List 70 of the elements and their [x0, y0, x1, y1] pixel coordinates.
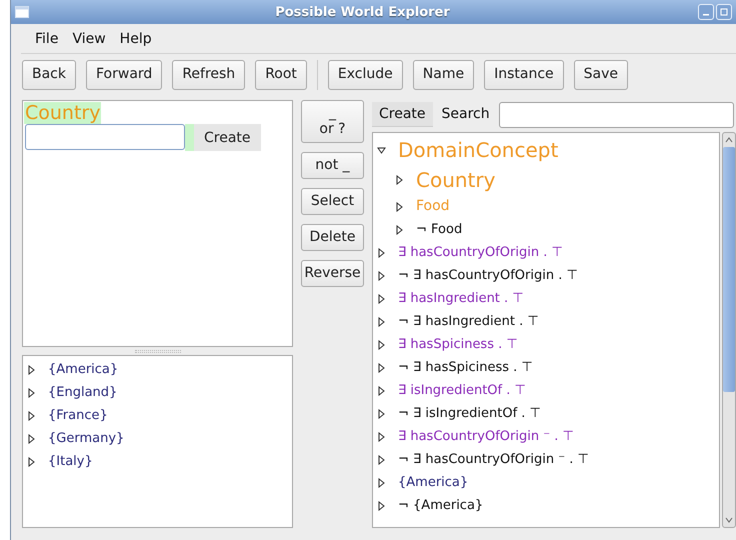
- expand-arrow-icon[interactable]: [377, 478, 386, 488]
- tree-item[interactable]: ¬ ∃ isIngredientOf . ⊤: [398, 402, 541, 425]
- expand-arrow-icon[interactable]: [395, 202, 404, 212]
- toolbar-button[interactable]: Instance: [484, 60, 564, 90]
- window-title: Possible World Explorer: [274, 4, 451, 20]
- toolbar-button[interactable]: Back: [22, 60, 76, 90]
- operator-button[interactable]: _ or ?: [301, 100, 364, 143]
- operator-button[interactable]: Delete: [301, 224, 364, 251]
- scrollbar[interactable]: [722, 132, 736, 528]
- maximize-icon: [720, 8, 728, 16]
- list-item[interactable]: {England}: [48, 381, 118, 404]
- minimize-button[interactable]: [698, 4, 714, 20]
- tree-item[interactable]: ¬ ∃ hasCountryOfOrigin ⁻ . ⊤: [398, 448, 589, 471]
- expand-arrow-icon[interactable]: [377, 362, 386, 372]
- expand-arrow-icon[interactable]: [377, 432, 386, 442]
- menu-item[interactable]: File: [29, 28, 64, 50]
- operator-button[interactable]: Select: [301, 188, 364, 215]
- menu-item[interactable]: View: [66, 28, 112, 50]
- scroll-up-icon[interactable]: [725, 137, 733, 143]
- expand-arrow-icon[interactable]: [377, 340, 386, 350]
- expand-arrow-icon[interactable]: [377, 270, 386, 280]
- tree-item[interactable]: ¬ {America}: [398, 494, 484, 517]
- tab[interactable]: Search: [434, 102, 497, 127]
- operator-button[interactable]: not _: [301, 152, 364, 179]
- expand-arrow-icon[interactable]: [377, 408, 386, 418]
- list-item[interactable]: {America}: [48, 358, 118, 381]
- tree-item[interactable]: ∃ isIngredientOf . ⊤: [398, 379, 526, 402]
- expand-arrow-icon[interactable]: [27, 434, 36, 444]
- tree-item[interactable]: ∃ hasCountryOfOrigin ⁻ . ⊤: [398, 425, 574, 448]
- toolbar-button[interactable]: Refresh: [172, 60, 246, 90]
- collapse-arrow-icon[interactable]: [377, 145, 386, 155]
- toolbar-button[interactable]: Save: [574, 60, 628, 90]
- scroll-down-icon[interactable]: [725, 517, 733, 523]
- tree-item[interactable]: ¬ ∃ hasIngredient . ⊤: [398, 310, 539, 333]
- expand-arrow-icon[interactable]: [377, 294, 386, 304]
- expand-arrow-icon[interactable]: [377, 386, 386, 396]
- tree-item[interactable]: ∃ hasIngredient . ⊤: [398, 287, 524, 310]
- toolbar-button[interactable]: Root: [255, 60, 307, 90]
- search-field[interactable]: [498, 102, 734, 128]
- expand-arrow-icon[interactable]: [377, 248, 386, 258]
- toolbar-button[interactable]: Name: [412, 60, 474, 90]
- tree-item[interactable]: ∃ hasCountryOfOrigin . ⊤: [398, 241, 563, 264]
- toolbar-button[interactable]: Forward: [86, 60, 162, 90]
- window-icon: [15, 6, 29, 18]
- expand-arrow-icon[interactable]: [377, 500, 386, 510]
- expand-arrow-icon[interactable]: [377, 316, 386, 326]
- tree-item[interactable]: ¬ ∃ hasCountryOfOrigin . ⊤: [398, 264, 578, 287]
- concept-input[interactable]: [25, 124, 185, 150]
- create-button[interactable]: Create: [194, 124, 261, 151]
- list-item[interactable]: {Italy}: [48, 450, 93, 473]
- expand-arrow-icon[interactable]: [27, 456, 36, 466]
- expand-arrow-icon[interactable]: [27, 410, 36, 420]
- tree-item[interactable]: ¬ ∃ hasSpiciness . ⊤: [398, 356, 533, 379]
- list-item[interactable]: {France}: [48, 404, 108, 427]
- expand-arrow-icon[interactable]: [395, 224, 404, 234]
- menu-item[interactable]: Help: [114, 28, 158, 50]
- concept-label: Country: [24, 102, 102, 124]
- expand-arrow-icon[interactable]: [395, 175, 404, 185]
- maximize-button[interactable]: [716, 4, 732, 20]
- operator-button[interactable]: Reverse: [301, 260, 364, 287]
- tab[interactable]: Create: [372, 102, 433, 127]
- expand-arrow-icon[interactable]: [27, 388, 36, 398]
- highlight-strip: [185, 124, 194, 151]
- tree-item[interactable]: {America}: [398, 471, 468, 494]
- list-item[interactable]: {Germany}: [48, 427, 124, 450]
- toolbar-button[interactable]: Exclude: [328, 60, 403, 90]
- expand-arrow-icon[interactable]: [27, 364, 36, 374]
- expand-arrow-icon[interactable]: [377, 454, 386, 464]
- tree-item[interactable]: ¬ Food: [416, 218, 462, 241]
- tree-item[interactable]: ∃ hasSpiciness . ⊤: [398, 333, 518, 356]
